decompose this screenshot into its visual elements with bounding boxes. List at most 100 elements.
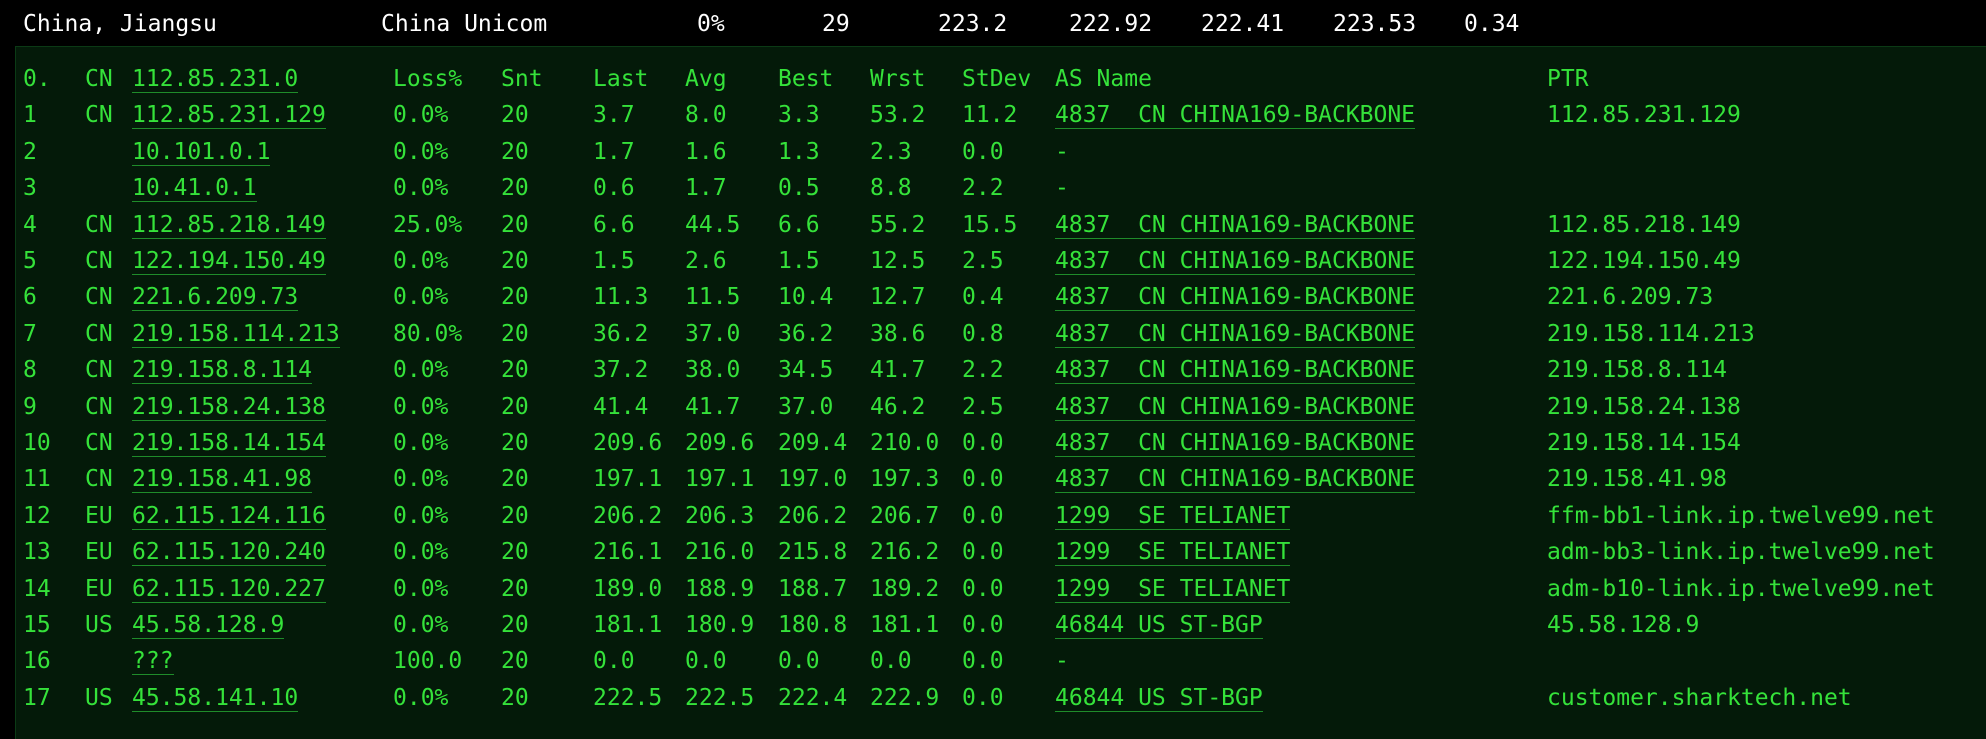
best-value: 37.0 xyxy=(778,393,834,420)
sent-value: 20 xyxy=(501,320,529,347)
host-link[interactable]: 45.58.128.9 xyxy=(132,612,285,639)
avg-value: 209.6 xyxy=(685,430,755,456)
hop-number: 6 xyxy=(23,284,37,311)
stdev-value: 0.0 xyxy=(962,502,1004,529)
host-link[interactable]: 62.115.124.116 xyxy=(132,503,326,530)
avg-value: 222.5 xyxy=(685,684,755,711)
hop-number: 16 xyxy=(23,648,51,675)
loss-value: 0.0% xyxy=(393,575,449,602)
host-link[interactable]: 112.85.218.149 xyxy=(132,212,326,239)
last-value: 0.0 xyxy=(593,648,635,675)
as-name-link[interactable]: 4837 CN CHINA169-BACKBONE xyxy=(1055,394,1416,421)
host-link[interactable]: 62.115.120.227 xyxy=(132,576,326,603)
last-value: 36.2 xyxy=(593,320,649,347)
worst-value: 53.2 xyxy=(870,102,926,129)
last-value: 1.5 xyxy=(593,248,635,274)
as-name-link[interactable]: 4837 CN CHINA169-BACKBONE xyxy=(1055,430,1416,457)
loss-value: 100.0 xyxy=(393,648,463,675)
host-link[interactable]: 112.85.231.129 xyxy=(132,102,326,130)
summary-stdev: 0.34 xyxy=(1464,11,1520,37)
host-link[interactable]: 122.194.150.49 xyxy=(132,248,326,275)
hop-number: 1 xyxy=(23,102,37,129)
loss-value: 0.0% xyxy=(393,393,449,420)
header-stdev: StDev xyxy=(962,66,1032,92)
host-link[interactable]: 219.158.114.213 xyxy=(132,321,340,348)
as-name-link[interactable]: 4837 CN CHINA169-BACKBONE xyxy=(1055,321,1416,348)
stdev-value: 2.2 xyxy=(962,175,1004,202)
stdev-value: 0.0 xyxy=(962,575,1004,602)
host-link[interactable]: 45.58.141.10 xyxy=(132,685,299,712)
avg-value: 8.0 xyxy=(685,102,727,129)
stdev-value: 0.8 xyxy=(962,320,1004,347)
host-link[interactable]: 219.158.41.98 xyxy=(132,466,313,494)
host-link[interactable]: 10.101.0.1 xyxy=(132,139,271,166)
ptr-value: 122.194.150.49 xyxy=(1547,248,1741,274)
as-name-link[interactable]: 1299 SE TELIANET xyxy=(1055,576,1291,603)
last-value: 0.6 xyxy=(593,175,635,202)
country-code: CN xyxy=(85,284,113,311)
best-value: 222.4 xyxy=(778,684,848,711)
loss-value: 0.0% xyxy=(393,284,449,311)
country-code: EU xyxy=(85,539,113,566)
last-value: 216.1 xyxy=(593,539,663,566)
as-name-link[interactable]: 4837 CN CHINA169-BACKBONE xyxy=(1055,102,1416,130)
loss-value: 0.0% xyxy=(393,357,449,384)
header-hop: 0. xyxy=(23,66,51,92)
avg-value: 2.6 xyxy=(685,248,727,274)
host-link[interactable]: 219.158.24.138 xyxy=(132,394,326,421)
as-name-link[interactable]: 1299 SE TELIANET xyxy=(1055,503,1291,530)
ptr-value: adm-bb3-link.ip.twelve99.net xyxy=(1547,539,1935,566)
as-name-link[interactable]: 4837 CN CHINA169-BACKBONE xyxy=(1055,248,1416,275)
avg-value: 1.7 xyxy=(685,175,727,202)
as-name-link[interactable]: 4837 CN CHINA169-BACKBONE xyxy=(1055,466,1416,494)
host-link[interactable]: 219.158.14.154 xyxy=(132,430,326,457)
worst-value: 0.0 xyxy=(870,648,912,675)
stdev-value: 2.5 xyxy=(962,248,1004,274)
as-name-link[interactable]: 4837 CN CHINA169-BACKBONE xyxy=(1055,212,1416,239)
ptr-value: 219.158.24.138 xyxy=(1547,393,1741,420)
summary-row: China, Jiangsu China Unicom 0% 29 223.2 … xyxy=(0,0,1986,44)
sent-value: 20 xyxy=(501,102,529,129)
header-best: Best xyxy=(778,66,834,92)
host-link[interactable]: 219.158.8.114 xyxy=(132,357,313,385)
stdev-value: 0.0 xyxy=(962,138,1004,165)
as-name-link[interactable]: 46844 US ST-BGP xyxy=(1055,685,1263,712)
country-code: EU xyxy=(85,575,113,602)
host-link[interactable]: 62.115.120.240 xyxy=(132,539,326,567)
avg-value: 38.0 xyxy=(685,357,741,384)
ptr-value: 219.158.8.114 xyxy=(1547,357,1728,384)
loss-value: 0.0% xyxy=(393,430,449,456)
avg-value: 0.0 xyxy=(685,648,727,675)
hop-number: 14 xyxy=(23,575,51,602)
loss-value: 0.0% xyxy=(393,539,449,566)
last-value: 189.0 xyxy=(593,575,663,602)
avg-value: 44.5 xyxy=(685,211,741,238)
worst-value: 55.2 xyxy=(870,211,926,238)
header-ptr: PTR xyxy=(1547,66,1589,92)
worst-value: 8.8 xyxy=(870,175,912,202)
country-code: CN xyxy=(85,393,113,420)
host-link[interactable]: 221.6.209.73 xyxy=(132,284,299,312)
avg-value: 197.1 xyxy=(685,466,755,493)
country-code: CN xyxy=(85,357,113,384)
as-name-link[interactable]: 46844 US ST-BGP xyxy=(1055,612,1263,639)
as-name-link[interactable]: 1299 SE TELIANET xyxy=(1055,539,1291,567)
host-link[interactable]: 10.41.0.1 xyxy=(132,175,257,203)
best-value: 1.5 xyxy=(778,248,820,274)
stdev-value: 0.0 xyxy=(962,612,1004,638)
worst-value: 206.7 xyxy=(870,502,940,529)
host-link[interactable]: ??? xyxy=(132,648,174,676)
stdev-value: 11.2 xyxy=(962,102,1018,129)
as-name-link[interactable]: 4837 CN CHINA169-BACKBONE xyxy=(1055,357,1416,385)
header-cc: CN xyxy=(85,66,113,92)
avg-value: 11.5 xyxy=(685,284,741,311)
last-value: 209.6 xyxy=(593,430,663,456)
sent-value: 20 xyxy=(501,575,529,602)
header-host-link[interactable]: 112.85.231.0 xyxy=(132,66,299,93)
worst-value: 12.5 xyxy=(870,248,926,274)
avg-value: 37.0 xyxy=(685,320,741,347)
as-name-link[interactable]: 4837 CN CHINA169-BACKBONE xyxy=(1055,284,1416,312)
hop-number: 12 xyxy=(23,502,51,529)
stdev-value: 0.4 xyxy=(962,284,1004,311)
loss-value: 0.0% xyxy=(393,248,449,274)
